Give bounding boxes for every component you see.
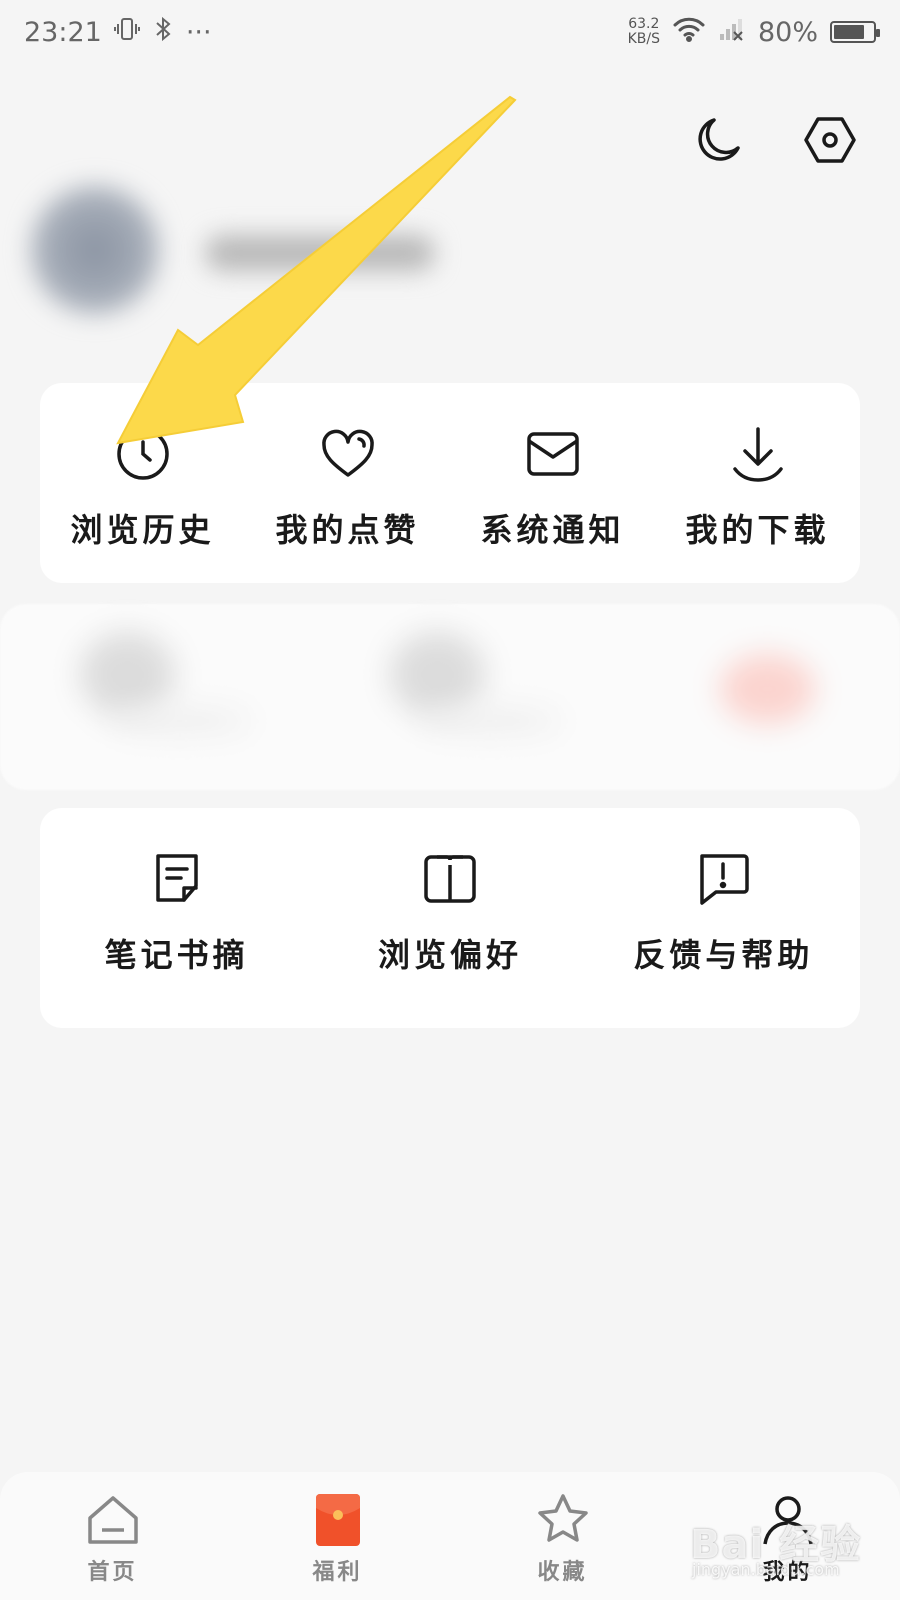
watermark-url: jingyan.baidu.com: [692, 1560, 840, 1579]
quick-action-notifications[interactable]: 系统通知: [450, 383, 655, 583]
note-icon: [148, 850, 206, 908]
quick-action-label: 我的点赞: [275, 511, 420, 549]
battery-icon: [830, 21, 880, 43]
tools-card: 笔记书摘 浏览偏好 反馈与帮助: [40, 808, 860, 1028]
signal-icon: [718, 16, 746, 49]
quick-action-history[interactable]: 浏览历史: [40, 383, 245, 583]
red-envelope-icon: [310, 1492, 366, 1548]
quick-action-downloads[interactable]: 我的下载: [655, 383, 860, 583]
book-icon: [421, 850, 479, 908]
tool-label: 浏览偏好: [377, 936, 522, 974]
speed-unit: KB/S: [627, 31, 660, 47]
clock-icon: [114, 425, 172, 483]
wifi-icon: [672, 16, 706, 49]
feedback-icon: [694, 850, 752, 908]
mail-icon: [524, 425, 582, 483]
status-bar: 23:21 ··· 63.2 KB/S 80%: [0, 0, 900, 64]
quick-action-label: 我的下载: [685, 511, 830, 549]
more-notifications: ···: [185, 16, 212, 48]
quick-action-label: 系统通知: [480, 511, 625, 549]
nav-label: 福利: [312, 1559, 363, 1585]
network-speed: 63.2 KB/S: [628, 17, 660, 47]
quick-action-label: 浏览历史: [70, 511, 215, 549]
night-mode-icon[interactable]: [692, 112, 748, 168]
tool-label: 反馈与帮助: [633, 936, 814, 974]
home-icon: [85, 1492, 141, 1548]
user-name: [205, 235, 435, 271]
blurred-promo-card[interactable]: [0, 604, 900, 790]
nav-label: 首页: [87, 1559, 138, 1585]
download-icon: [729, 425, 787, 483]
quick-action-likes[interactable]: 我的点赞: [245, 383, 450, 583]
status-right: 63.2 KB/S 80%: [628, 16, 880, 49]
nav-favorites[interactable]: 收藏: [450, 1472, 675, 1600]
nav-welfare[interactable]: 福利: [225, 1472, 450, 1600]
user-profile[interactable]: [0, 160, 480, 340]
tool-feedback[interactable]: 反馈与帮助: [587, 808, 860, 1028]
settings-icon[interactable]: [802, 112, 858, 168]
tool-preferences[interactable]: 浏览偏好: [313, 808, 586, 1028]
battery-fill: [834, 25, 865, 39]
bluetooth-icon: [152, 16, 174, 49]
nav-label: 收藏: [537, 1559, 588, 1585]
avatar[interactable]: [30, 185, 160, 315]
vibrate-icon: [113, 16, 140, 49]
battery-percent: 80%: [757, 16, 818, 48]
speed-value: 63.2: [628, 16, 660, 32]
status-time: 23:21: [24, 16, 102, 48]
star-icon: [535, 1492, 591, 1548]
tool-notes[interactable]: 笔记书摘: [40, 808, 313, 1028]
nav-home[interactable]: 首页: [0, 1472, 225, 1600]
heart-icon: [319, 425, 377, 483]
status-left: 23:21 ···: [24, 16, 212, 49]
quick-actions-card: 浏览历史 我的点赞 系统通知 我的下载: [40, 383, 860, 583]
tool-label: 笔记书摘: [104, 936, 249, 974]
